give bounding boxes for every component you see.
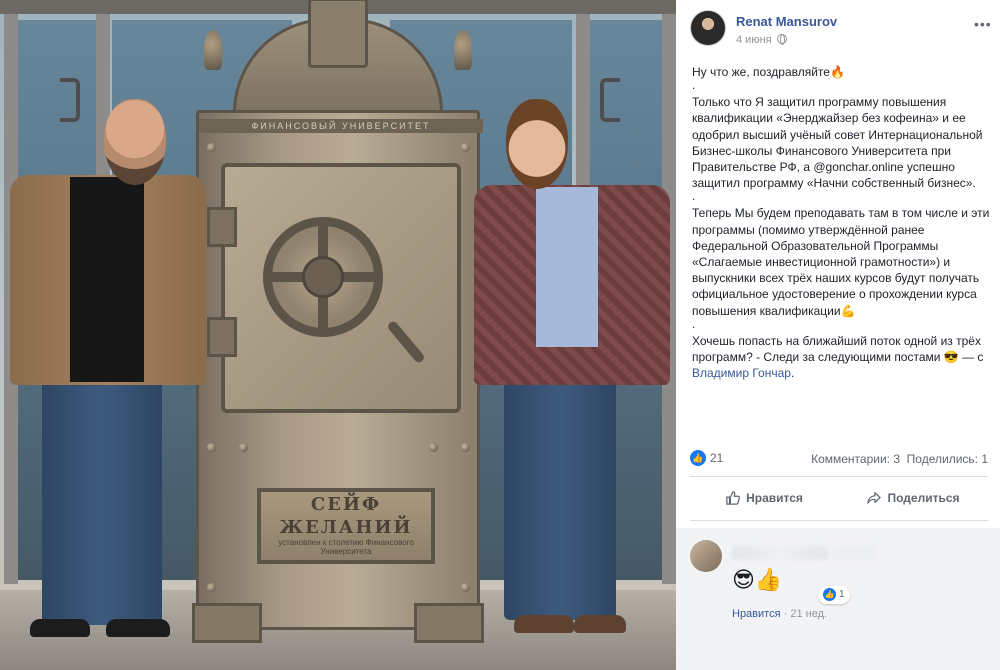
post-panel: Renat Mansurov 4 июня ••• Ну что же, поз… [676, 0, 1000, 670]
ellipsis-icon[interactable]: ••• [974, 16, 991, 32]
thumbs-up-icon[interactable]: 👍 [690, 450, 706, 466]
share-label: Поделиться [887, 491, 960, 505]
safe-inscription: ФИНАНСОВЫЙ УНИВЕРСИТЕТ [199, 119, 483, 133]
post-date[interactable]: 4 июня [736, 34, 772, 46]
reaction-count[interactable]: 21 [710, 451, 723, 465]
safe-body: ФИНАНСОВЫЙ УНИВЕРСИТЕТ СЕЙФ ЖЕЛАНИЙ уста… [196, 110, 483, 630]
post-stats: Комментарии: 3 Поделились: 1 [811, 452, 988, 466]
author-name[interactable]: Renat Mansurov [736, 14, 837, 29]
share-button[interactable]: Поделиться [839, 480, 988, 516]
post-paragraph: Теперь Мы будем преподавать там в том чи… [692, 206, 990, 318]
comment-like-count: 1 [839, 589, 845, 600]
divider [690, 520, 988, 521]
share-arrow-icon [867, 492, 882, 504]
commenter-name-blurred[interactable] [732, 546, 828, 560]
tagged-user-link[interactable]: Владимир Гончар [692, 366, 791, 380]
safe-foot [192, 603, 262, 643]
post-meta: 4 июня [736, 34, 787, 46]
comments-count[interactable]: Комментарии: 3 [811, 452, 900, 466]
plaque-subtitle: ЖЕЛАНИЙ [279, 517, 413, 538]
comment-time[interactable]: 21 нед. [790, 608, 827, 620]
commenter-name-blurred[interactable] [832, 546, 876, 560]
post-paragraph: Ну что же, поздравляйте🔥 [692, 65, 845, 79]
safe-door [207, 163, 461, 413]
door-handle [60, 78, 80, 122]
like-button[interactable]: Нравится [690, 480, 839, 516]
post-photo[interactable]: ФИНАНСОВЫЙ УНИВЕРСИТЕТ СЕЙФ ЖЕЛАНИЙ уста… [0, 0, 676, 670]
door-handle [600, 78, 620, 122]
safe-plaque: СЕЙФ ЖЕЛАНИЙ установлен к столетию Финан… [257, 488, 435, 564]
post-separator: . [692, 189, 696, 204]
thumbs-up-icon: 👍 [823, 587, 836, 601]
comment-meta: Нравится · 21 нед. [732, 608, 827, 620]
post-paragraph: Только что Я защитил программу повышения… [692, 95, 983, 191]
hinge [207, 317, 237, 357]
commenter-avatar[interactable] [690, 540, 722, 572]
coat-of-arms-icon [308, 0, 368, 68]
comment-reaction-badge[interactable]: 👍 1 [818, 586, 850, 604]
shares-count[interactable]: Поделились: 1 [907, 452, 988, 466]
post-separator: . [692, 78, 696, 93]
thumbs-up-icon [726, 491, 741, 505]
post-separator: . [692, 316, 696, 331]
comment-text: 😎👍 [732, 568, 783, 593]
meta-separator: · [780, 608, 791, 620]
safe-monument: ФИНАНСОВЫЙ УНИВЕРСИТЕТ СЕЙФ ЖЕЛАНИЙ уста… [188, 0, 488, 648]
plaque-caption: установлен к столетию Финансового Универ… [278, 538, 414, 556]
globe-icon [776, 34, 787, 45]
post-actions: Нравится Поделиться [690, 480, 988, 516]
finial [454, 30, 472, 70]
author-avatar[interactable] [690, 10, 726, 46]
finial [204, 30, 222, 70]
plaque-title: СЕЙФ [310, 494, 382, 515]
safe-wheel-icon [263, 217, 383, 337]
with-suffix: . [790, 366, 795, 381]
post-header: Renat Mansurov 4 июня ••• [690, 10, 991, 50]
safe-lever [386, 319, 426, 365]
hinge [207, 207, 237, 247]
safe-foot [414, 603, 484, 643]
post-question: Хочешь попасть на ближайший поток одной … [692, 333, 981, 365]
with-prefix: — с [958, 350, 984, 365]
post-text: Ну что же, поздравляйте🔥 . Только что Я … [692, 64, 990, 381]
divider [690, 476, 988, 477]
comment-like-link[interactable]: Нравится [732, 608, 781, 620]
reactions-bar: 👍 21 Комментарии: 3 Поделились: 1 [690, 450, 988, 470]
like-label: Нравится [746, 491, 803, 505]
post-paragraph: Хочешь попасть на ближайший поток одной … [692, 333, 990, 382]
